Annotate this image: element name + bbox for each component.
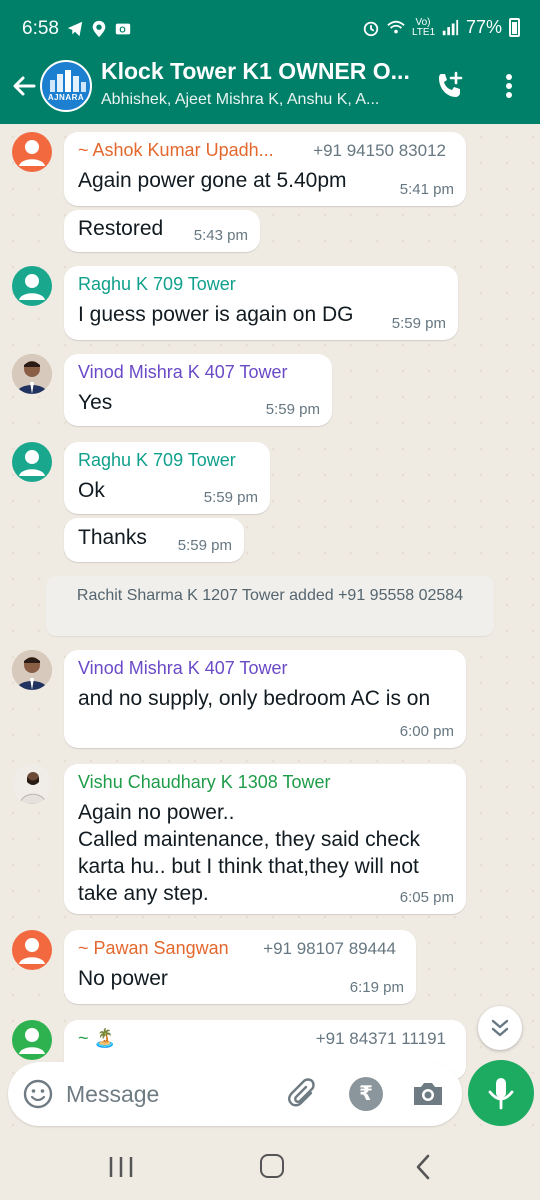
message-composer: ₹ [8, 1062, 462, 1126]
status-bar: 6:58 O Vo) LTE1 77% [0, 0, 540, 54]
system-nav-bar [0, 1132, 540, 1200]
message-text: and no supply, only bedroom AC is on [78, 687, 431, 710]
profile-photo-icon [12, 650, 52, 690]
message-bubble[interactable]: Raghu K 709 Tower Ok 5:59 pm [64, 442, 270, 514]
message-bubble[interactable]: Thanks 5:59 pm [64, 518, 244, 562]
svg-text:O: O [119, 26, 125, 35]
recents-icon[interactable] [108, 1156, 134, 1178]
double-chevron-down-icon [491, 1019, 509, 1037]
message-sender[interactable]: Vishu Chaudhary K 1308 Tower [78, 772, 452, 793]
message-text: Again power gone at 5.40pm [78, 169, 347, 192]
more-vert-icon[interactable] [497, 70, 521, 102]
notification-icons: O [66, 20, 132, 38]
sender-avatar[interactable] [12, 930, 52, 970]
add-call-icon[interactable] [434, 70, 466, 102]
back-icon[interactable] [412, 1154, 436, 1180]
message-bubble[interactable]: Vinod Mishra K 407 Tower and no supply, … [64, 650, 466, 748]
outlook-icon: O [115, 23, 131, 35]
battery-percent: 77% [465, 17, 502, 37]
profile-photo-icon [12, 764, 52, 804]
group-title[interactable]: Klock Tower K1 OWNER O... [101, 58, 419, 85]
wifi-icon [387, 20, 405, 33]
message-sender[interactable]: ~ 🏝️ [78, 1028, 178, 1049]
message-time: 6:05 pm [399, 889, 454, 906]
person-icon [19, 450, 45, 476]
message-time: 6:19 pm [349, 979, 404, 996]
mic-icon [488, 1078, 514, 1110]
message-line: take any step. [78, 882, 209, 905]
message-time: 5:59 pm [265, 401, 320, 418]
camera-icon[interactable] [410, 1078, 446, 1110]
telegram-icon [67, 21, 83, 37]
person-icon [19, 1028, 45, 1054]
person-icon [19, 274, 45, 300]
sender-avatar[interactable] [12, 1020, 52, 1060]
sender-phone: +91 98107 89444 [263, 939, 396, 958]
sender-avatar[interactable] [12, 132, 52, 172]
message-time: 5:41 pm [399, 181, 454, 198]
group-avatar[interactable]: AJNARA [40, 60, 92, 112]
message-sender[interactable]: Vinod Mishra K 407 Tower [78, 362, 318, 383]
home-icon[interactable] [260, 1154, 284, 1178]
message-time: 5:59 pm [203, 489, 258, 506]
message-bubble[interactable]: ~ Pawan Sangwan +91 98107 89444 No power… [64, 930, 416, 1004]
scroll-to-bottom-button[interactable] [478, 1006, 522, 1050]
message-sender[interactable]: ~ Pawan Sangwan [78, 938, 238, 959]
sender-phone: +91 84371 11191 [315, 1029, 446, 1048]
person-icon [19, 140, 45, 166]
chat-header: AJNARA Klock Tower K1 OWNER O... Abhishe… [0, 54, 540, 124]
sender-avatar[interactable] [12, 266, 52, 306]
sender-avatar[interactable] [12, 764, 52, 804]
message-text: Again no power.. Called maintenance, the… [78, 799, 452, 907]
avatar-brand: AJNARA [47, 93, 85, 102]
message-time: 5:59 pm [177, 537, 232, 554]
message-text: I guess power is again on DG [78, 303, 354, 326]
message-bubble[interactable]: ~ Ashok Kumar Upadh... +91 94150 83012 A… [64, 132, 466, 206]
message-sender[interactable]: Vinod Mishra K 407 Tower [78, 658, 452, 679]
message-sender[interactable]: ~ Ashok Kumar Upadh... [78, 140, 300, 161]
back-arrow-icon[interactable] [10, 72, 38, 100]
status-time: 6:58 [22, 18, 59, 39]
message-bubble[interactable]: Restored 5:43 pm [64, 210, 260, 252]
sender-phone: +91 94150 83012 [313, 141, 446, 160]
volte-label: Vo) LTE1 [411, 16, 436, 38]
message-bubble[interactable]: Vishu Chaudhary K 1308 Tower Again no po… [64, 764, 466, 914]
message-bubble[interactable]: Raghu K 709 Tower I guess power is again… [64, 266, 458, 340]
message-sender[interactable]: Raghu K 709 Tower [78, 274, 444, 295]
message-time: 5:59 pm [391, 315, 446, 332]
skyline-icon [50, 70, 86, 92]
group-members[interactable]: Abhishek, Ajeet Mishra K, Anshu K, A... [101, 91, 419, 109]
message-bubble[interactable]: Vinod Mishra K 407 Tower Yes 5:59 pm [64, 354, 332, 426]
profile-photo-icon [12, 354, 52, 394]
message-line: karta hu.. but I think that,they will no… [78, 855, 419, 878]
sender-avatar[interactable] [12, 650, 52, 690]
message-time: 6:00 pm [399, 723, 454, 740]
message-input[interactable] [66, 1074, 266, 1114]
status-right: Vo) LTE1 77% [362, 17, 520, 38]
emoji-icon[interactable] [22, 1078, 54, 1110]
chat-area[interactable]: ~ Ashok Kumar Upadh... +91 94150 83012 A… [0, 124, 540, 1132]
payment-rupee-icon[interactable]: ₹ [349, 1077, 383, 1111]
message-sender[interactable]: Raghu K 709 Tower [78, 450, 256, 471]
message-time: 5:43 pm [193, 227, 248, 244]
signal-icon [442, 19, 459, 35]
message-line: Called maintenance, they said check [78, 828, 421, 851]
alarm-icon [363, 21, 379, 36]
location-icon [92, 20, 106, 38]
voice-message-button[interactable] [468, 1060, 534, 1126]
attach-icon[interactable] [286, 1076, 322, 1112]
sender-avatar[interactable] [12, 442, 52, 482]
battery-icon [509, 18, 520, 37]
person-icon [19, 938, 45, 964]
system-message: Rachit Sharma K 1207 Tower added +91 955… [46, 576, 494, 636]
sender-avatar[interactable] [12, 354, 52, 394]
message-line: Again no power.. [78, 801, 235, 824]
